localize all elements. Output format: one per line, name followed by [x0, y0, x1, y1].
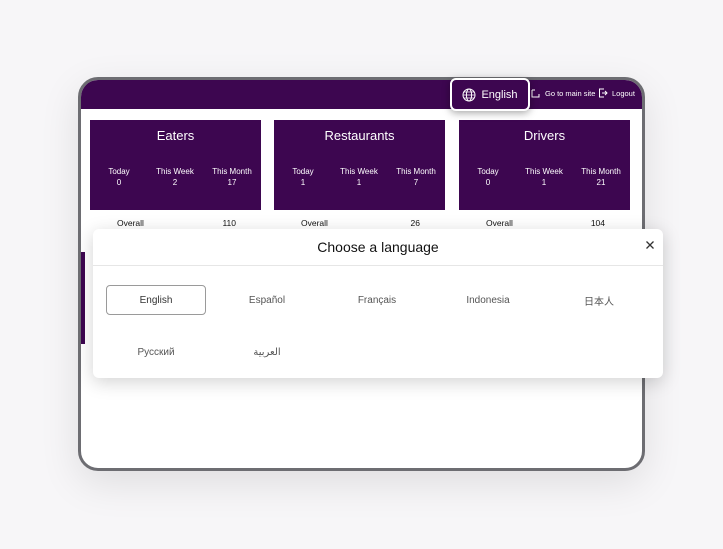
stat-this-month: This Month 21	[573, 166, 629, 188]
stat-label: This Month	[212, 167, 252, 176]
stat-this-week: This Week 1	[516, 166, 572, 188]
language-option-english[interactable]: English	[106, 285, 206, 315]
card-accent-strip	[81, 252, 85, 344]
card-eaters: Eaters Today 0 This Week 2 This Month 17	[90, 120, 261, 210]
modal-divider	[93, 265, 663, 266]
language-option-japanese[interactable]: 日本人	[549, 285, 649, 315]
stat-value: 0	[485, 178, 491, 187]
stat-value: 1	[356, 178, 362, 187]
top-nav-bar: Go to main site Logout	[81, 80, 642, 109]
card-drivers: Drivers Today 0 This Week 1 This Month 2…	[459, 120, 630, 210]
card-title: Restaurants	[324, 128, 395, 143]
stat-value: 0	[116, 178, 122, 187]
language-option-arabic[interactable]: العربية	[217, 337, 317, 367]
logout-label: Logout	[612, 88, 635, 98]
stat-label: Today	[108, 167, 130, 176]
card-title: Drivers	[523, 128, 566, 143]
stat-label: Today	[477, 167, 499, 176]
stat-value: 17	[227, 178, 237, 187]
language-option-russian[interactable]: Русский	[106, 337, 206, 367]
stat-value: 2	[172, 178, 178, 187]
modal-title: Choose a language	[317, 239, 439, 255]
go-to-main-site-link[interactable]: Go to main site	[531, 88, 595, 98]
overall-value: 110	[222, 218, 236, 228]
stat-this-month: This Month 17	[204, 166, 260, 188]
stat-label: This Month	[396, 167, 436, 176]
stat-value: 1	[300, 178, 306, 187]
external-link-icon	[531, 89, 540, 98]
card-restaurants: Restaurants Today 1 This Week 1 This Mon…	[274, 120, 445, 210]
stat-label: This Week	[525, 167, 563, 176]
language-modal: Choose a language English Español França…	[93, 229, 663, 378]
stat-label: This Week	[156, 167, 194, 176]
overall-label: Overall	[486, 218, 513, 228]
stat-this-week: This Week 1	[331, 166, 387, 188]
stat-this-month: This Month 7	[388, 166, 444, 188]
globe-icon	[462, 88, 476, 101]
stat-today: Today 0	[460, 166, 516, 188]
go-to-main-site-label: Go to main site	[545, 88, 596, 98]
language-button[interactable]: English	[450, 78, 530, 111]
logout-icon	[599, 88, 608, 98]
stat-label: Today	[292, 167, 314, 176]
overall-label: Overall	[301, 218, 328, 228]
stat-value: 21	[596, 178, 606, 187]
stat-value: 7	[413, 178, 419, 187]
overall-label: Overall	[117, 218, 144, 228]
language-option-francais[interactable]: Français	[327, 285, 427, 315]
language-button-label: English	[481, 88, 518, 101]
stat-value: 1	[541, 178, 547, 187]
overall-value: 26	[410, 218, 420, 228]
stat-this-week: This Week 2	[147, 166, 203, 188]
close-icon[interactable]	[643, 238, 657, 252]
stat-label: This Week	[340, 167, 378, 176]
card-title: Eaters	[156, 128, 195, 143]
logout-link[interactable]: Logout	[598, 88, 635, 98]
language-option-indonesia[interactable]: Indonesia	[438, 285, 538, 315]
overall-value: 104	[590, 218, 605, 228]
language-option-espanol[interactable]: Español	[217, 285, 317, 315]
stat-label: This Month	[581, 167, 621, 176]
stat-today: Today 0	[91, 166, 147, 188]
stat-today: Today 1	[275, 166, 331, 188]
